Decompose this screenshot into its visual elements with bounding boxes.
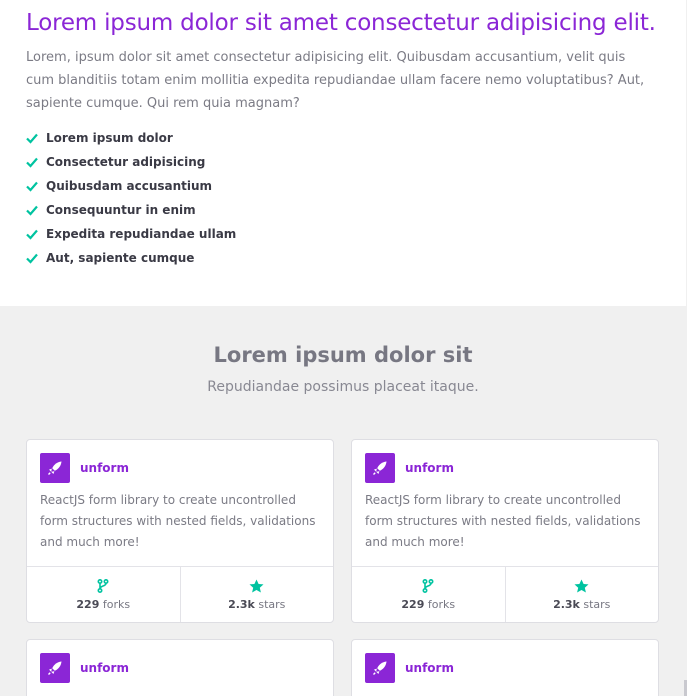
feature-item: Aut, sapiente cumque: [26, 246, 236, 270]
stars-stat[interactable]: 2.3k stars: [504, 567, 659, 622]
stars-count: 2.3k: [553, 598, 580, 611]
project-name-link[interactable]: unform: [405, 461, 454, 475]
forks-stat[interactable]: 229 forks: [352, 567, 505, 622]
feature-item: Consectetur adipisicing: [26, 150, 236, 174]
feature-label: Consectetur adipisicing: [46, 155, 206, 169]
check-icon: [26, 228, 38, 240]
card-header: unform: [40, 653, 129, 683]
project-card[interactable]: unform ReactJS form library to create un…: [26, 439, 334, 623]
project-stats: 229 forks 2.3k stars: [352, 566, 658, 622]
feature-label: Expedita repudiandae ullam: [46, 227, 237, 241]
projects-subtitle: Repudiandae possimus placeat itaque.: [207, 379, 479, 395]
card-header: unform: [40, 453, 129, 483]
hero-description: Lorem, ipsum dolor sit amet consectetur …: [26, 50, 645, 111]
feature-label: Lorem ipsum dolor: [46, 131, 173, 145]
git-fork-icon: [422, 578, 434, 594]
check-icon: [26, 132, 38, 144]
forks-label: forks: [427, 598, 456, 611]
feature-item: Consequuntur in enim: [26, 198, 236, 222]
git-fork-icon: [97, 578, 109, 594]
feature-item: Lorem ipsum dolor: [26, 126, 236, 150]
check-icon: [26, 156, 38, 168]
hero-title: Lorem ipsum dolor sit amet consectetur a…: [26, 10, 656, 36]
project-description: ReactJS form library to create uncontrol…: [40, 493, 316, 549]
projects-title: Lorem ipsum dolor sit: [213, 343, 473, 367]
feature-list: Lorem ipsum dolor Consectetur adipisicin…: [26, 126, 236, 270]
rocket-icon: [40, 653, 70, 683]
check-icon: [26, 180, 38, 192]
feature-label: Aut, sapiente cumque: [46, 251, 195, 265]
forks-count: 229: [76, 598, 100, 611]
rocket-icon: [40, 453, 70, 483]
stars-stat[interactable]: 2.3k stars: [179, 567, 334, 622]
hero-section: Lorem ipsum dolor sit amet consectetur a…: [0, 0, 686, 306]
star-icon: [249, 578, 264, 594]
project-card[interactable]: unform: [351, 639, 659, 696]
project-card[interactable]: unform: [26, 639, 334, 696]
rocket-icon: [365, 653, 395, 683]
project-name-link[interactable]: unform: [405, 661, 454, 675]
project-name-link[interactable]: unform: [80, 461, 129, 475]
star-icon: [574, 578, 589, 594]
project-description: ReactJS form library to create uncontrol…: [365, 493, 641, 549]
check-icon: [26, 252, 38, 264]
stars-label: stars: [258, 598, 286, 611]
forks-label: forks: [102, 598, 131, 611]
project-name-link[interactable]: unform: [80, 661, 129, 675]
forks-stat[interactable]: 229 forks: [27, 567, 180, 622]
forks-count: 229: [401, 598, 425, 611]
check-icon: [26, 204, 38, 216]
card-header: unform: [365, 453, 454, 483]
feature-label: Quibusdam accusantium: [46, 179, 213, 193]
feature-label: Consequuntur in enim: [46, 203, 196, 217]
rocket-icon: [365, 453, 395, 483]
feature-item: Quibusdam accusantium: [26, 174, 236, 198]
feature-item: Expedita repudiandae ullam: [26, 222, 236, 246]
stars-label: stars: [583, 598, 611, 611]
stars-count: 2.3k: [228, 598, 255, 611]
project-card[interactable]: unform ReactJS form library to create un…: [351, 439, 659, 623]
project-stats: 229 forks 2.3k stars: [27, 566, 333, 622]
card-header: unform: [365, 653, 454, 683]
